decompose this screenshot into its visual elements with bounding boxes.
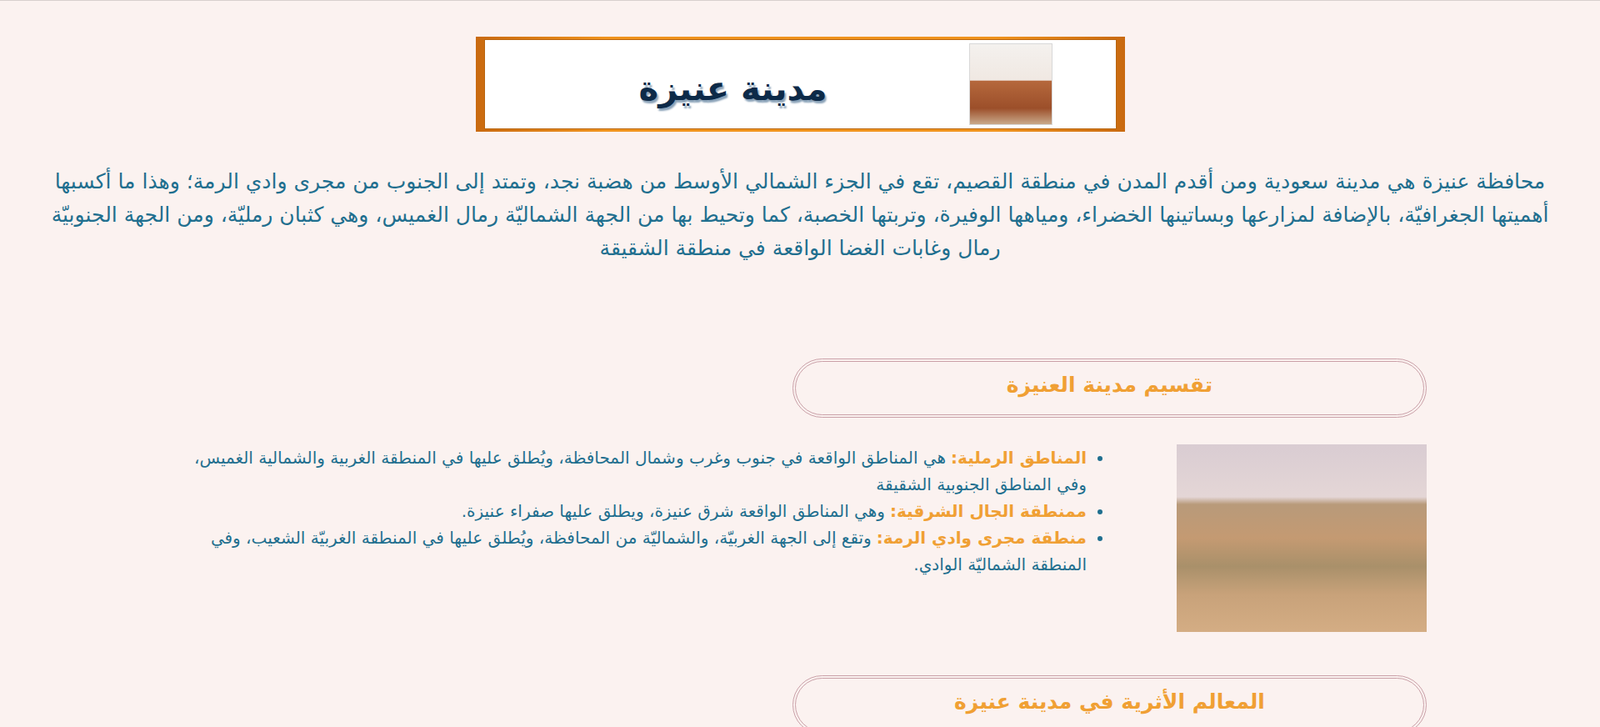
banner-inner: مدينة عنيزة: [484, 39, 1117, 130]
region-item: ممنطقة الجال الشرقية:وهي المناطق الواقعة…: [188, 497, 1087, 525]
desert-photo: [1176, 444, 1427, 632]
section: المعالم الأثرية في مدينة عنيزة: [0, 675, 1600, 727]
region-item: منطقة مجرى وادي الرمة:وتقع إلى الجهة الغ…: [188, 524, 1087, 578]
region-text: وهي المناطق الواقعة شرق عنيزة، ويطلق علي…: [461, 500, 885, 521]
region-item: المناطق الرملية:هي المناطق الواقعة في جن…: [188, 444, 1087, 498]
intro-paragraph: محافظة عنيزة هي مدينة سعودية ومن أقدم ال…: [0, 165, 1600, 265]
section-heading: المعالم الأثرية في مدينة عنيزة: [792, 675, 1427, 727]
page: مدينة عنيزة محافظة عنيزة هي مدينة سعودية …: [0, 0, 1600, 727]
region-label: منطقة مجرى وادي الرمة:: [876, 527, 1087, 548]
region-list: المناطق الرملية:هي المناطق الواقعة في جن…: [188, 444, 1110, 578]
mosque-photo: [969, 43, 1053, 125]
banner-title: مدينة عنيزة: [639, 69, 828, 108]
banner: مدينة عنيزة: [475, 36, 1125, 132]
section-heading: تقسيم مدينة العنيزة: [792, 358, 1427, 418]
region-label: المناطق الرملية:: [950, 447, 1087, 468]
section-content: المناطق الرملية:هي المناطق الواقعة في جن…: [188, 444, 1427, 632]
region-label: ممنطقة الجال الشرقية:: [890, 500, 1087, 521]
section: تقسيم مدينة العنيزة المناطق الرملية:هي ال…: [0, 358, 1600, 632]
